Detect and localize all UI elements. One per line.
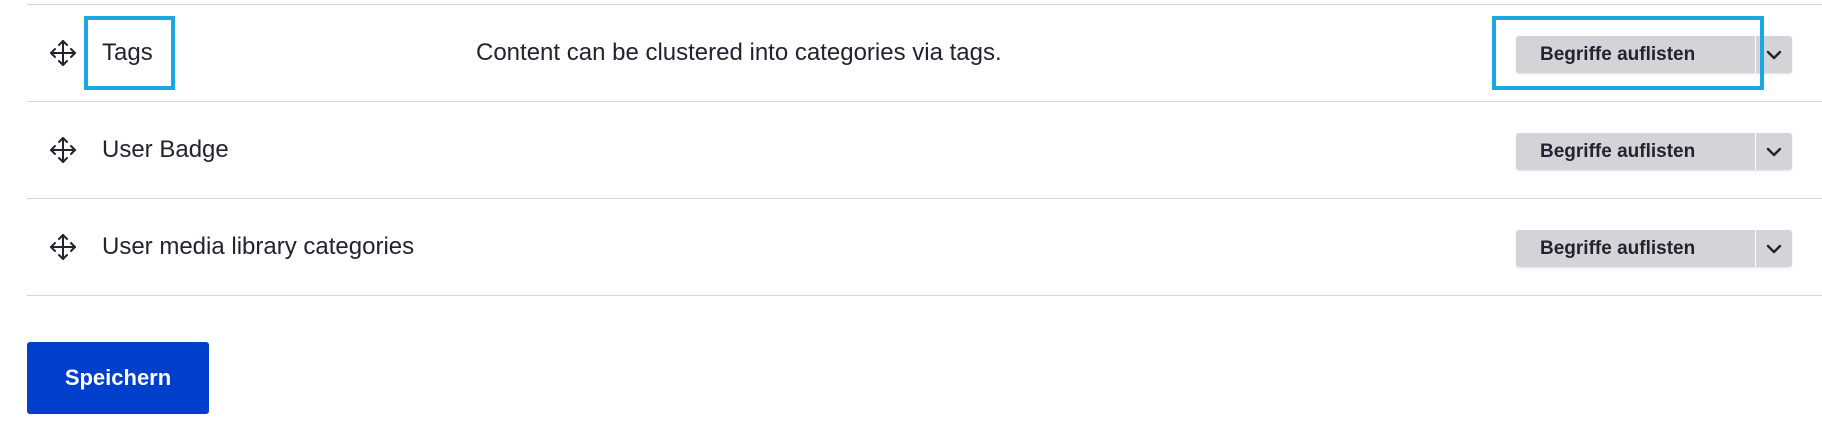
dropbutton-toggle[interactable]: [1755, 230, 1792, 267]
list-terms-button[interactable]: Begriffe auflisten: [1516, 230, 1755, 267]
list-terms-dropbutton: Begriffe auflisten: [1516, 230, 1792, 267]
vocabulary-table: Tags Content can be clustered into categ…: [27, 4, 1822, 296]
vocabulary-name: User Badge: [102, 136, 229, 163]
vocabulary-description: Content can be clustered into categories…: [476, 39, 1002, 66]
chevron-down-icon: [1766, 147, 1782, 156]
chevron-down-icon: [1766, 244, 1782, 253]
table-row: User Badge Begriffe auflisten: [27, 102, 1822, 199]
move-arrows-icon[interactable]: [49, 136, 77, 164]
list-terms-button[interactable]: Begriffe auflisten: [1516, 36, 1755, 73]
list-terms-dropbutton: Begriffe auflisten: [1516, 36, 1792, 73]
table-row: Tags Content can be clustered into categ…: [27, 5, 1822, 102]
dropbutton-toggle[interactable]: [1755, 133, 1792, 170]
table-row: User media library categories Begriffe a…: [27, 199, 1822, 296]
dropbutton-toggle[interactable]: [1755, 36, 1792, 73]
list-terms-dropbutton: Begriffe auflisten: [1516, 133, 1792, 170]
vocabulary-name: User media library categories: [102, 233, 415, 260]
move-arrows-icon[interactable]: [49, 39, 77, 67]
list-terms-button[interactable]: Begriffe auflisten: [1516, 133, 1755, 170]
save-button[interactable]: Speichern: [27, 342, 209, 414]
move-arrows-icon[interactable]: [49, 233, 77, 261]
vocabulary-name: Tags: [102, 39, 153, 66]
chevron-down-icon: [1766, 50, 1782, 59]
